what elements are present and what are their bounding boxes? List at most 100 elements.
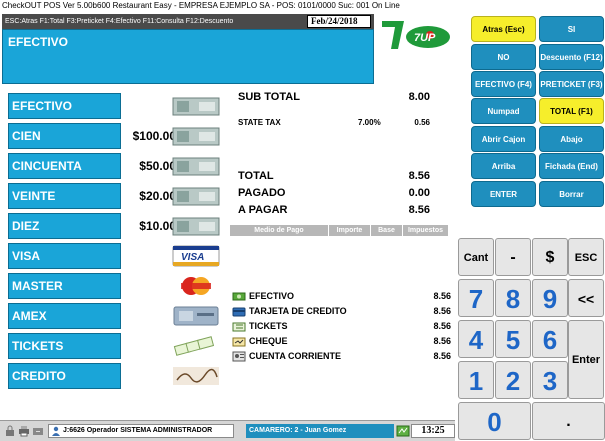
cash-icon	[232, 292, 246, 301]
mode-panel: EFECTIVO	[2, 29, 374, 84]
camarero-label: CAMARERO: 2 - Juan Gomez	[246, 424, 394, 438]
total-f1-button[interactable]: TOTAL (F1)	[539, 98, 604, 124]
back-esc-button[interactable]: Atras (Esc)	[471, 16, 536, 42]
digit-2-key[interactable]: 2	[495, 361, 531, 399]
digit-3-key[interactable]: 3	[532, 361, 568, 399]
payment-amount: $10.00	[139, 219, 176, 233]
pos-window: CheckOUT POS Ver 5.00b600 Restaurant Eas…	[0, 0, 605, 441]
payment-cien[interactable]: CIEN $100.00	[8, 123, 227, 150]
list-item[interactable]: CHEQUE 8.56	[231, 335, 457, 350]
payment-label[interactable]: VEINTE	[8, 183, 121, 209]
payment-credito[interactable]: CREDITO	[8, 363, 227, 390]
signature-icon	[173, 367, 219, 385]
payment-label[interactable]: CIEN	[8, 123, 121, 149]
operator-label: J:6626 Operador SISTEMA ADMINISTRADOR	[48, 424, 234, 438]
banknote-icon	[172, 97, 220, 116]
payment-diez[interactable]: DIEZ $10.00	[8, 213, 227, 240]
paid-method-label: TARJETA DE CREDITO	[249, 306, 347, 316]
payment-veinte[interactable]: VEINTE $20.00	[8, 183, 227, 210]
tax-rate: 7.00%	[358, 118, 381, 127]
esc-key[interactable]: ESC	[568, 238, 604, 276]
digit-6-key[interactable]: 6	[532, 320, 568, 358]
total-value: 8.56	[408, 170, 430, 182]
status-bar: J:6626 Operador SISTEMA ADMINISTRADOR CA…	[0, 420, 455, 441]
decimal-key[interactable]: .	[532, 402, 605, 440]
printer-icon	[19, 426, 29, 437]
up-button[interactable]: Arriba	[471, 153, 536, 179]
delete-button[interactable]: Borrar	[539, 181, 604, 207]
payment-table-header: Medio de Pago Importe Base Impuestos	[230, 225, 448, 236]
payment-label[interactable]: CREDITO	[8, 363, 121, 389]
banknote-icon	[172, 157, 220, 176]
paid-method-label: EFECTIVO	[249, 291, 295, 301]
payment-cincuenta[interactable]: CINCUENTA $50.00	[8, 153, 227, 180]
payment-label[interactable]: VISA	[8, 243, 121, 269]
payment-master[interactable]: MASTER	[8, 273, 227, 300]
payment-amex[interactable]: AMEX	[8, 303, 227, 330]
payment-label[interactable]: AMEX	[8, 303, 121, 329]
paid-method-value: 8.56	[433, 291, 451, 301]
minus-key[interactable]: -	[495, 238, 531, 276]
paid-method-value: 8.56	[433, 306, 451, 316]
payment-label[interactable]: TICKETS	[8, 333, 121, 359]
numpad-button[interactable]: Numpad	[471, 98, 536, 124]
list-item[interactable]: CUENTA CORRIENTE 8.56	[231, 350, 457, 365]
list-item[interactable]: TARJETA DE CREDITO 8.56	[231, 305, 457, 320]
paid-method-label: TICKETS	[249, 321, 288, 331]
payment-tickets[interactable]: TICKETS	[8, 333, 227, 360]
paid-method-value: 8.56	[433, 336, 451, 346]
digit-7-key[interactable]: 7	[458, 279, 494, 317]
enter-button[interactable]: ENTER	[471, 181, 536, 207]
amex-card-icon	[173, 306, 219, 326]
enter-key[interactable]: Enter	[568, 320, 604, 399]
tax-value: 0.56	[414, 118, 430, 127]
pagado-label: PAGADO	[238, 187, 286, 199]
tickets-icon	[173, 336, 215, 356]
payment-visa[interactable]: VISA VISA	[8, 243, 227, 270]
payment-amount: $20.00	[139, 189, 176, 203]
digit-9-key[interactable]: 9	[532, 279, 568, 317]
payment-label[interactable]: MASTER	[8, 273, 121, 299]
brand-logo-text: 7UP	[414, 32, 436, 44]
payment-label[interactable]: EFECTIVO	[8, 93, 121, 119]
digit-0-key[interactable]: 0	[458, 402, 531, 440]
window-title: CheckOUT POS Ver 5.00b600 Restaurant Eas…	[0, 0, 605, 12]
cash-f4-button[interactable]: EFECTIVO (F4)	[471, 71, 536, 97]
no-button[interactable]: NO	[471, 44, 536, 70]
down-button[interactable]: Abajo	[539, 126, 604, 152]
yes-button[interactable]: SI	[539, 16, 604, 42]
digit-8-key[interactable]: 8	[495, 279, 531, 317]
banknote-icon	[172, 127, 220, 146]
backspace-key[interactable]: <<	[568, 279, 604, 317]
list-item[interactable]: EFECTIVO 8.56	[231, 290, 457, 305]
apagar-value: 8.56	[408, 204, 430, 216]
paid-method-value: 8.56	[433, 351, 451, 361]
payment-label[interactable]: DIEZ	[8, 213, 121, 239]
clock-in-button[interactable]: Fichada (End)	[539, 153, 604, 179]
brand-logo: 7UP	[378, 15, 466, 55]
tax-label: STATE TAX	[238, 118, 281, 127]
svg-text:VISA: VISA	[181, 252, 204, 263]
digit-5-key[interactable]: 5	[495, 320, 531, 358]
visa-card-icon: VISA	[172, 245, 220, 267]
col-medio-de-pago: Medio de Pago	[230, 225, 329, 236]
pagado-value: 0.00	[408, 187, 430, 199]
digit-4-key[interactable]: 4	[458, 320, 494, 358]
dollar-key[interactable]: $	[532, 238, 568, 276]
col-importe: Importe	[329, 225, 371, 236]
payment-label[interactable]: CINCUENTA	[8, 153, 121, 179]
ticket-icon	[232, 322, 246, 332]
discount-button[interactable]: Descuento (F12)	[539, 44, 604, 70]
preticket-button[interactable]: PRETICKET (F3)	[539, 71, 604, 97]
subtotal-value: 8.00	[408, 91, 430, 103]
col-base: Base	[371, 225, 403, 236]
subtotal-label: SUB TOTAL	[238, 91, 300, 103]
cant-key[interactable]: Cant	[458, 238, 494, 276]
banknote-icon	[172, 217, 220, 236]
check-icon	[232, 337, 246, 347]
open-drawer-button[interactable]: Abrir Cajon	[471, 126, 536, 152]
operator-text: J:6626 Operador SISTEMA ADMINISTRADOR	[63, 427, 213, 434]
digit-1-key[interactable]: 1	[458, 361, 494, 399]
payment-cash[interactable]: EFECTIVO	[8, 93, 227, 120]
list-item[interactable]: TICKETS 8.56	[231, 320, 457, 335]
